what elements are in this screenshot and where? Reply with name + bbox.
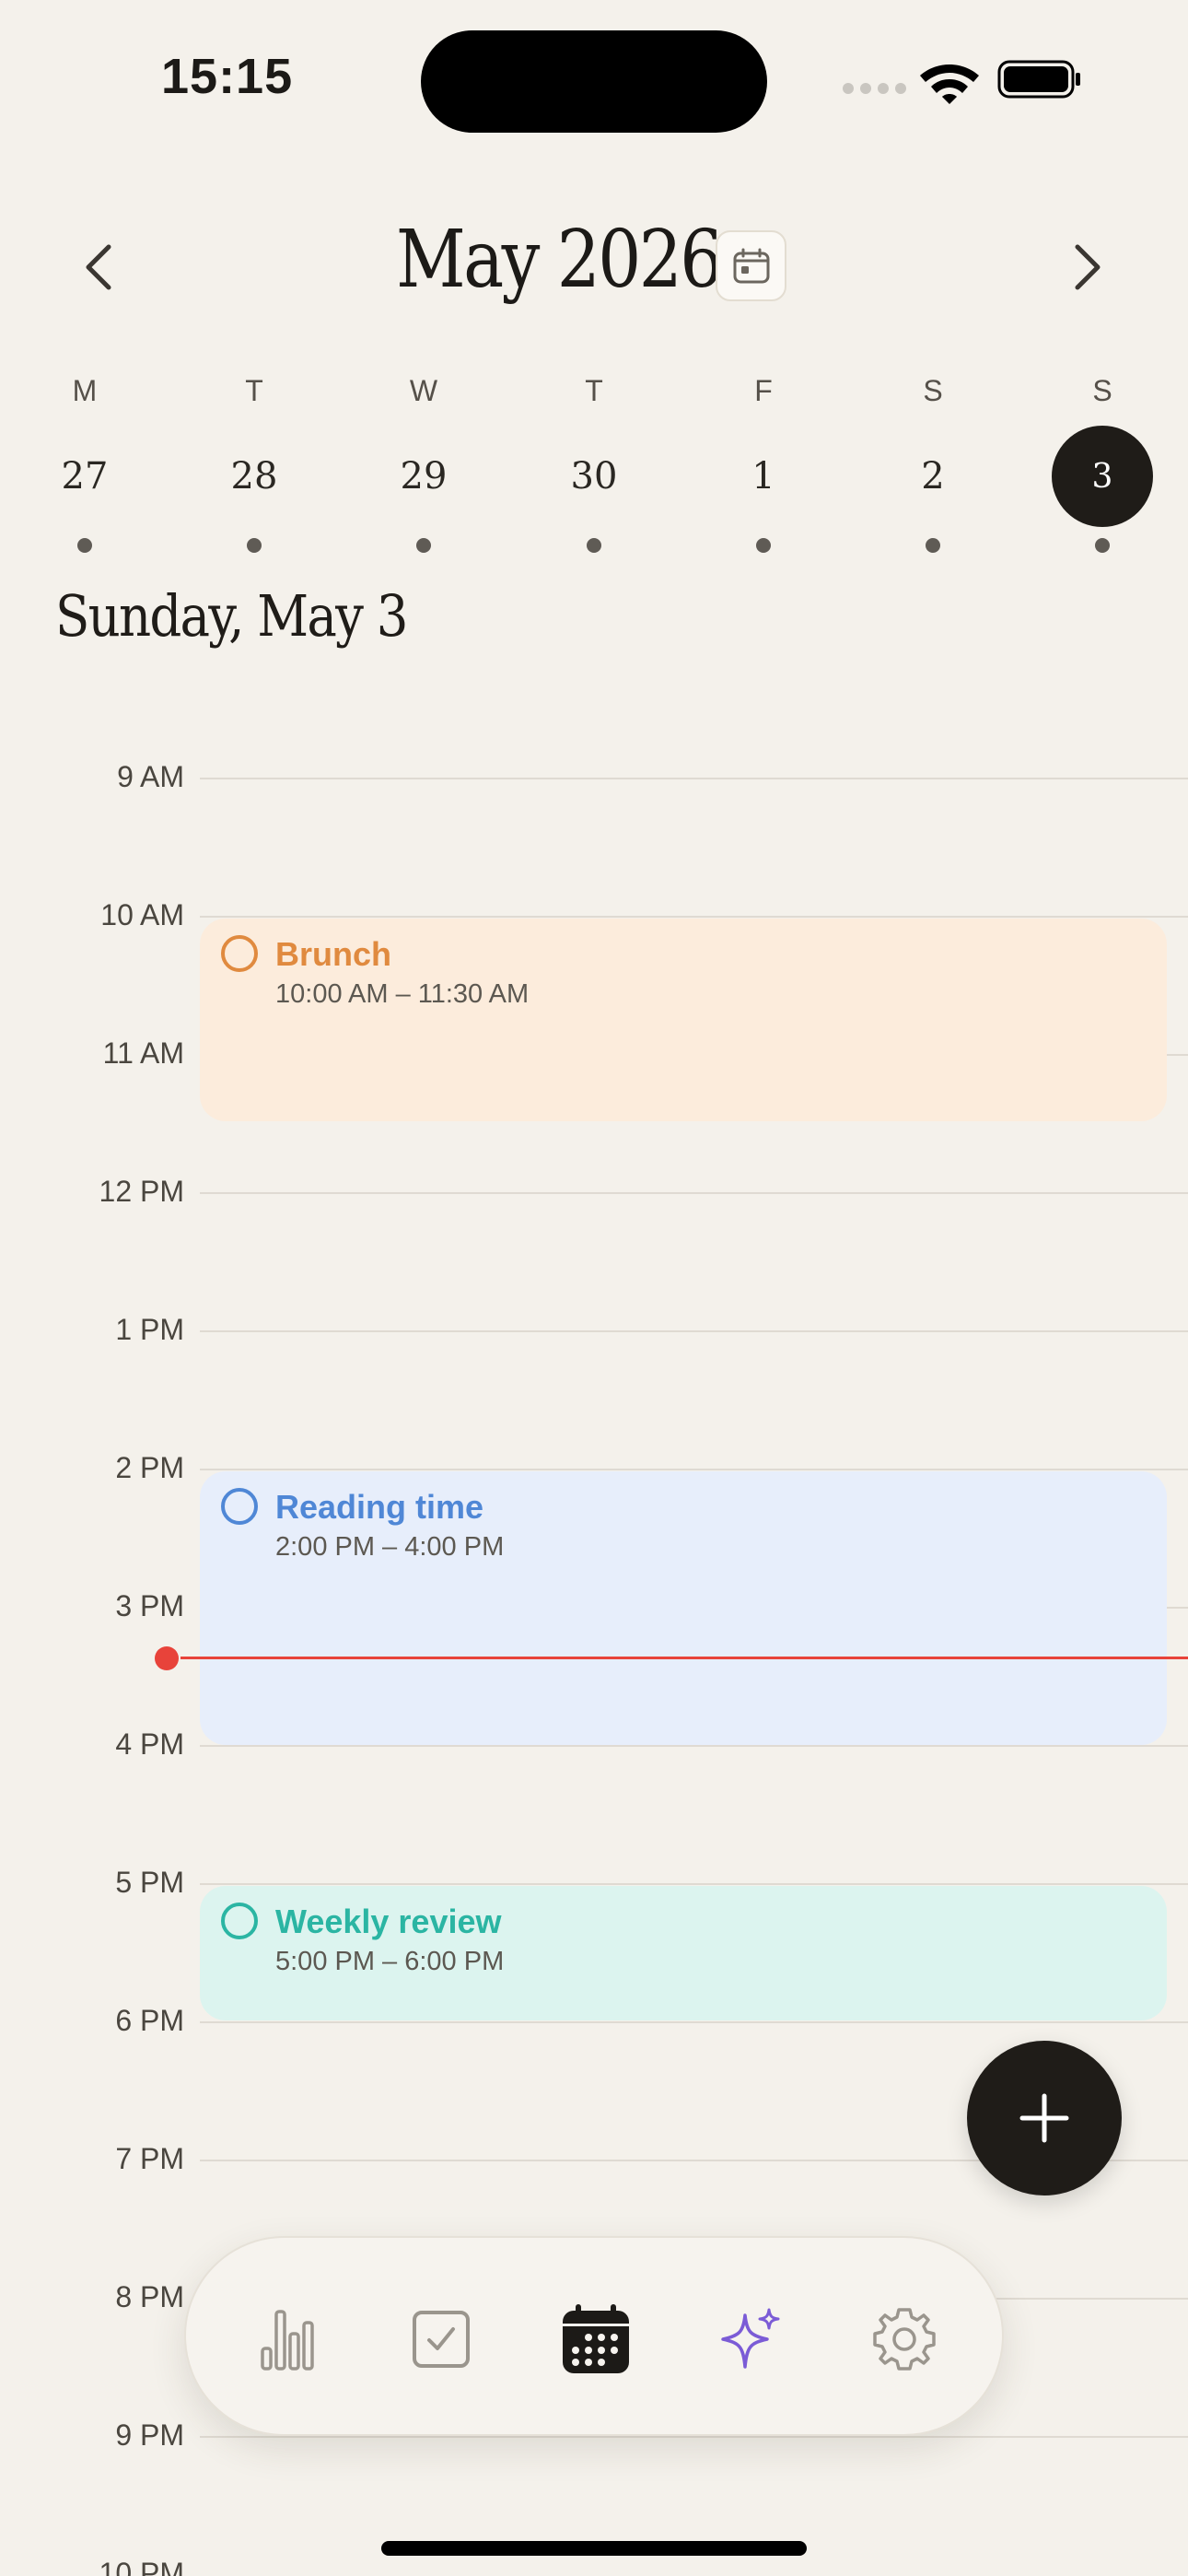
day-number: 27 — [61, 455, 109, 498]
event-dot — [926, 538, 940, 553]
current-time-line — [181, 1657, 1188, 1659]
day-number: 29 — [400, 455, 448, 498]
week-strip: M 27 T 28 W 29 T 30 F 1 S 2 S 3 — [0, 369, 1188, 571]
day-cell[interactable]: T 30 — [534, 369, 654, 562]
hour-label: 1 PM — [115, 1313, 184, 1346]
event-time-range: 10:00 AM – 11:30 AM — [275, 979, 530, 1009]
chevron-right-icon — [1075, 244, 1101, 290]
battery-icon — [997, 60, 1080, 99]
event-title: Brunch — [275, 935, 391, 973]
hour-label: 9 AM — [117, 760, 184, 793]
month-title[interactable]: May 2026 — [396, 214, 723, 306]
status-time: 15:15 — [161, 49, 294, 104]
weekday-letter: T — [245, 374, 263, 407]
tab-calendar[interactable] — [531, 2275, 660, 2404]
event-dot — [416, 538, 431, 553]
event-dot — [77, 538, 92, 553]
add-event-button[interactable] — [967, 2041, 1122, 2195]
event-time-range: 2:00 PM – 4:00 PM — [275, 1532, 505, 1562]
day-cell[interactable]: S 2 — [873, 369, 993, 562]
event-brunch[interactable]: Brunch 10:00 AM – 11:30 AM — [200, 919, 1167, 1121]
hour-label: 3 PM — [115, 1589, 184, 1622]
tab-settings[interactable] — [840, 2275, 969, 2404]
hour-gridline — [200, 778, 1188, 779]
home-indicator — [381, 2541, 807, 2556]
current-time-dot — [155, 1646, 179, 1670]
day-cell[interactable]: M 27 — [25, 369, 145, 562]
weekday-letter: F — [754, 374, 773, 407]
event-complete-toggle[interactable] — [221, 1903, 258, 1939]
hour-label: 10 AM — [100, 898, 184, 931]
day-cell[interactable]: W 29 — [364, 369, 483, 562]
weekday-letter: S — [1092, 374, 1112, 407]
hour-gridline — [200, 1192, 1188, 1194]
hour-gridline — [200, 1745, 1188, 1747]
cellular-signal-icon — [843, 83, 906, 94]
weekday-letter: T — [585, 374, 603, 407]
event-dot — [1095, 538, 1110, 553]
tab-ai-assistant[interactable] — [686, 2275, 815, 2404]
sparkles-icon — [721, 2308, 780, 2369]
tab-stats[interactable] — [223, 2275, 352, 2404]
hour-label: 12 PM — [99, 1175, 184, 1208]
chevron-left-icon — [86, 244, 111, 290]
event-dot — [587, 538, 601, 553]
dynamic-island — [421, 30, 767, 133]
event-time-range: 5:00 PM – 6:00 PM — [275, 1947, 505, 1976]
event-dot — [756, 538, 771, 553]
hour-gridline — [200, 2436, 1188, 2438]
plus-icon — [1019, 2093, 1069, 2143]
day-cell-selected[interactable]: S 3 — [1042, 369, 1162, 562]
hour-gridline — [200, 916, 1188, 918]
tab-bar — [184, 2236, 1004, 2436]
event-weekly-review[interactable]: Weekly review 5:00 PM – 6:00 PM — [200, 1886, 1167, 2020]
hour-label: 10 PM — [99, 2557, 184, 2576]
jump-to-today-button[interactable] — [716, 230, 786, 301]
day-cell[interactable]: F 1 — [704, 369, 823, 562]
wifi-icon — [920, 64, 979, 104]
weekday-letter: M — [72, 374, 98, 407]
day-number: 30 — [570, 455, 618, 498]
hour-gridline — [200, 1469, 1188, 1470]
weekday-letter: W — [409, 374, 438, 407]
day-cell[interactable]: T 28 — [194, 369, 314, 562]
bar-chart-icon — [261, 2310, 314, 2371]
hour-gridline — [200, 1330, 1188, 1332]
hour-label: 8 PM — [115, 2280, 184, 2313]
event-reading-time[interactable]: Reading time 2:00 PM – 4:00 PM — [200, 1471, 1167, 1745]
hour-label: 2 PM — [115, 1451, 184, 1484]
selected-date-heading: Sunday, May 3 — [55, 582, 409, 650]
calendar-small-icon — [733, 248, 769, 283]
day-number-selected: 3 — [1052, 426, 1153, 527]
hour-label: 6 PM — [115, 2004, 184, 2037]
hour-label: 11 AM — [102, 1036, 184, 1070]
gear-icon — [873, 2308, 936, 2371]
previous-month-button[interactable] — [63, 230, 136, 304]
event-complete-toggle[interactable] — [221, 1488, 258, 1525]
day-number: 2 — [921, 455, 945, 498]
hour-label: 4 PM — [115, 1727, 184, 1761]
event-complete-toggle[interactable] — [221, 935, 258, 972]
day-number: 1 — [751, 455, 775, 498]
hour-label: 7 PM — [115, 2142, 184, 2175]
weekday-letter: S — [923, 374, 943, 407]
hour-gridline — [200, 2021, 1188, 2023]
hour-gridline — [200, 1883, 1188, 1885]
event-title: Reading time — [275, 1488, 484, 1526]
hour-label: 9 PM — [115, 2418, 184, 2452]
next-month-button[interactable] — [1050, 230, 1124, 304]
event-title: Weekly review — [275, 1903, 502, 1940]
tab-tasks[interactable] — [377, 2275, 506, 2404]
calendar-icon — [563, 2304, 629, 2373]
hour-label: 5 PM — [115, 1866, 184, 1899]
day-number: 28 — [230, 455, 278, 498]
checkbox-icon — [413, 2311, 470, 2368]
event-dot — [247, 538, 262, 553]
